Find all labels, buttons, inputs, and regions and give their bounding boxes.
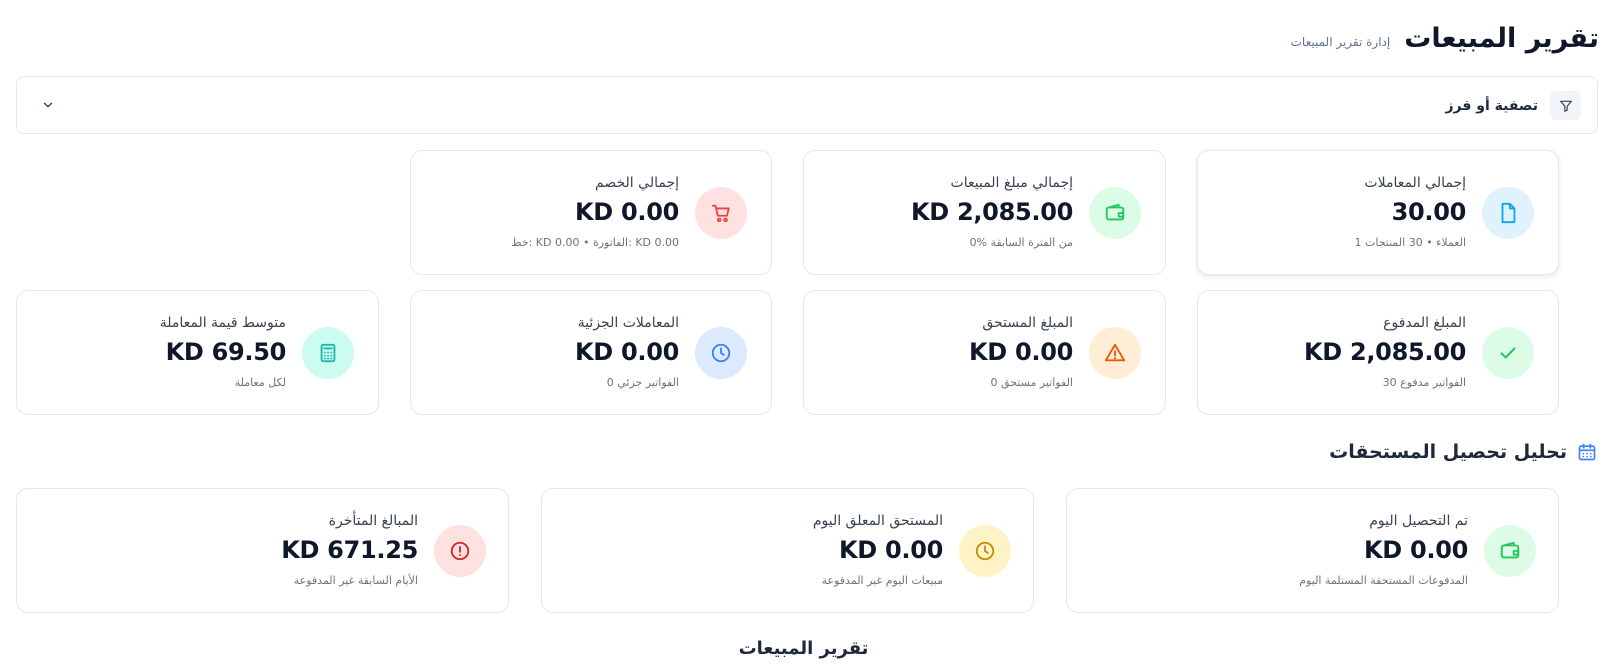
stat-label: إجمالي مبلغ المبيعات	[950, 175, 1073, 191]
stat-label: إجمالي المعاملات	[1364, 175, 1466, 191]
stat-value: KD 0.00	[575, 338, 679, 366]
stat-label: المعاملات الجزئية	[577, 315, 679, 331]
stat-subtext: 0% من الفترة السابقة	[969, 236, 1073, 249]
collection-card-overdue: المبالغ المتأخرة KD 671.25 الأيام السابق…	[16, 488, 509, 613]
collection-card-collected-today: تم التحصيل اليوم KD 0.00 المدفوعات المست…	[1066, 488, 1559, 613]
page-header: تقرير المبيعات إدارة تقرير المبيعات	[1291, 18, 1599, 58]
chevron-down-icon[interactable]	[39, 96, 57, 114]
section-title: تحليل تحصيل المستحقات	[1329, 441, 1567, 463]
stat-value: KD 69.50	[165, 338, 287, 366]
stat-subtext: 0 الفواتير مستحق	[990, 376, 1073, 389]
stat-card-paid-amount: المبلغ المدفوع KD 2,085.00 30 الفواتير م…	[1197, 290, 1559, 415]
collections-section-heading: تحليل تحصيل المستحقات	[1329, 441, 1597, 463]
calculator-icon	[302, 327, 354, 379]
collection-label: المبالغ المتأخرة	[328, 513, 418, 529]
wallet-icon	[1089, 187, 1141, 239]
stat-subtext: 30 الفواتير مدفوع	[1382, 376, 1466, 389]
filter-label: تصفية أو فرز	[1445, 97, 1538, 114]
alert-circle-icon	[434, 525, 486, 577]
collection-value: KD 671.25	[281, 536, 418, 564]
stat-value: KD 2,085.00	[910, 198, 1073, 226]
stat-subtext: خط: KD 0.00 • الفاتورة: KD 0.00	[511, 236, 679, 249]
calendar-icon	[1577, 442, 1597, 462]
stat-value: 30.00	[1391, 198, 1467, 226]
collection-label: تم التحصيل اليوم	[1369, 513, 1468, 529]
stat-value: KD 0.00	[969, 338, 1073, 366]
stat-value: KD 0.00	[575, 198, 679, 226]
wallet-icon	[1484, 525, 1536, 577]
report-section-title: تقرير المبيعات	[738, 638, 869, 659]
stat-label: متوسط قيمة المعاملة	[159, 315, 286, 331]
stat-label: إجمالي الخصم	[595, 175, 679, 191]
collection-value: KD 0.00	[1364, 536, 1468, 564]
stat-subtext: لكل معاملة	[234, 376, 286, 389]
collection-value: KD 0.00	[839, 536, 943, 564]
stat-label: المبلغ المدفوع	[1383, 315, 1466, 331]
filter-bar[interactable]: تصفية أو فرز	[16, 76, 1598, 134]
file-icon	[1482, 187, 1534, 239]
collection-card-pending-today: المستحق المعلق اليوم KD 0.00 مبيعات اليو…	[541, 488, 1034, 613]
stat-label: المبلغ المستحق	[982, 315, 1073, 331]
stat-card-total-discount: إجمالي الخصم KD 0.00 خط: KD 0.00 • الفات…	[410, 150, 772, 275]
check-icon	[1482, 327, 1534, 379]
clock-icon	[959, 525, 1011, 577]
clock-icon	[695, 327, 747, 379]
stat-card-total-transactions: إجمالي المعاملات 30.00 1 العملاء • 30 ال…	[1197, 150, 1559, 275]
stat-card-due-amount: المبلغ المستحق KD 0.00 0 الفواتير مستحق	[803, 290, 1166, 415]
stat-value: KD 2,085.00	[1303, 338, 1466, 366]
page-subtitle: إدارة تقرير المبيعات	[1290, 35, 1391, 49]
stat-card-total-sales: إجمالي مبلغ المبيعات KD 2,085.00 0% من ا…	[803, 150, 1166, 275]
cart-icon	[695, 187, 747, 239]
page-title: تقرير المبيعات	[1404, 22, 1599, 54]
stat-subtext: 1 العملاء • 30 المنتجات	[1354, 236, 1466, 249]
stat-subtext: 0 الفواتير جزئي	[606, 376, 679, 389]
stat-card-average-transaction: متوسط قيمة المعاملة KD 69.50 لكل معاملة	[16, 290, 379, 415]
collection-subtext: المدفوعات المستحقة المستلمة اليوم	[1299, 574, 1468, 587]
stat-card-partial-transactions: المعاملات الجزئية KD 0.00 0 الفواتير جزئ…	[410, 290, 772, 415]
filter-icon	[1550, 91, 1581, 120]
collection-subtext: مبيعات اليوم غير المدفوعة	[821, 574, 943, 587]
filter-toggle[interactable]: تصفية أو فرز	[1445, 91, 1581, 120]
collection-subtext: الأيام السابقة غير المدفوعة	[293, 574, 418, 587]
warning-icon	[1089, 327, 1141, 379]
collection-label: المستحق المعلق اليوم	[812, 513, 943, 529]
